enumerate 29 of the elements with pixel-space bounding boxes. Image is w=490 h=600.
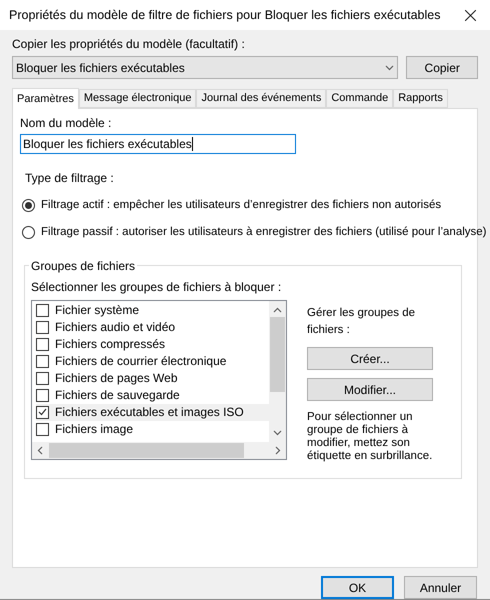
template-dropdown[interactable]: Bloquer les fichiers exécutables: [12, 56, 398, 79]
file-group-item[interactable]: Fichiers de sauvegarde: [36, 386, 269, 404]
copy-button[interactable]: Copier: [406, 56, 478, 79]
tab[interactable]: Rapports: [393, 89, 448, 108]
file-group-item[interactable]: Fichiers de courrier électronique: [36, 352, 269, 370]
tab[interactable]: Commande: [326, 89, 394, 108]
file-group-item[interactable]: Fichiers compressés: [36, 336, 269, 352]
file-group-item[interactable]: Fichiers audio et vidéo: [36, 318, 269, 336]
group-action-button[interactable]: Modifier...: [307, 378, 433, 401]
dialog-button[interactable]: OK: [321, 576, 394, 599]
tab[interactable]: Journal des événements: [196, 89, 326, 108]
radio-label: Filtrage passif : autoriser les utilisateurs à enregistrer des fichiers (utilisé pour l’analyse): [41, 225, 486, 240]
file-group-item[interactable]: Fichier système: [36, 302, 269, 318]
list-label: Sélectionner les groupes de fichiers à bloquer :: [31, 278, 282, 296]
tab[interactable]: Paramètres: [12, 88, 79, 109]
group-action-button[interactable]: Créer...: [307, 347, 433, 370]
file-group-item[interactable]: Fichiers de pages Web: [36, 370, 269, 386]
window-title: Propriétés du modèle de filtre de fichiers pour Bloquer les fichiers exécutables: [9, 6, 440, 24]
copy-label: Copier les propriétés du modèle (facultatif) :: [12, 36, 246, 53]
file-group-item[interactable]: Fichiers image: [36, 420, 269, 438]
hint-text: Pour sélectionner un groupe de fichiers à modifier, mettez son étiquette en surbrillance.: [307, 411, 434, 463]
manage-label: Gérer les groupes de fichiers :: [307, 306, 416, 338]
file-group-item[interactable]: Fichiers exécutables et images ISO: [36, 404, 269, 420]
filter-type-label: Type de filtrage :: [25, 170, 115, 187]
dialog-button[interactable]: Annuler: [404, 576, 477, 599]
tab[interactable]: Message électronique: [78, 89, 196, 108]
name-label: Nom du modèle :: [20, 115, 112, 132]
name-field[interactable]: Bloquer les fichiers exécutables: [20, 134, 296, 154]
radio-label: Filtrage actif : empêcher les utilisateurs d’enregistrer des fichiers non autorisés: [41, 198, 442, 213]
